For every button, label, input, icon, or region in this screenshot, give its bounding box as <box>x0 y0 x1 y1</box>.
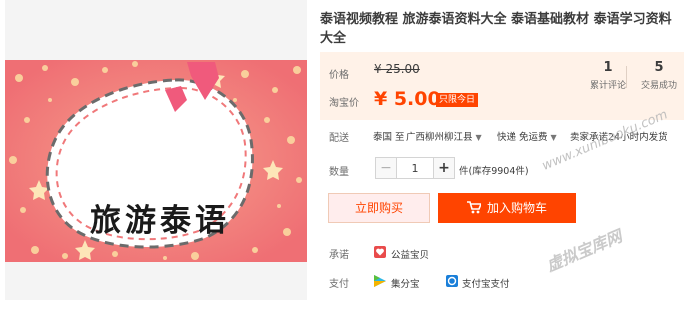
shipping-destination-select[interactable]: 广西柳州柳江县 ▼ <box>406 129 482 143</box>
sales-count-label: 交易成功 <box>640 81 677 91</box>
promo-badge: 只限今日 <box>436 93 479 107</box>
quantity-increase-button[interactable]: + <box>433 157 455 179</box>
buy-now-button[interactable]: 立即购买 <box>328 193 430 223</box>
payment-alipay[interactable]: 支付宝支付 <box>462 276 510 290</box>
quantity-input[interactable] <box>397 157 433 179</box>
promo-price-label: 淘宝价 <box>329 98 359 109</box>
quantity-label: 数量 <box>329 167 349 178</box>
sales-count-stat: 5 交易成功 <box>634 60 684 91</box>
stats-divider <box>626 66 627 88</box>
promo-price: ¥ 5.00 <box>374 88 441 110</box>
promise-label: 承诺 <box>329 250 349 261</box>
chevron-down-icon: ▼ <box>475 133 482 142</box>
delivery-method-select[interactable]: 快递 免运费 ▼ <box>497 129 557 143</box>
shopping-cart-icon <box>467 201 481 214</box>
watermark-site: 虚拟宝库网 <box>543 226 625 276</box>
chevron-down-icon: ▼ <box>550 133 557 142</box>
payment-jifenbao[interactable]: 集分宝 <box>391 276 420 290</box>
shipping-destination: 广西柳州柳江县 <box>406 132 473 143</box>
shipping-origin: 泰国 至 <box>373 132 405 143</box>
quantity-decrease-button[interactable]: − <box>375 157 397 179</box>
alipay-icon <box>446 275 458 287</box>
add-to-cart-button[interactable]: 加入购物车 <box>438 193 576 223</box>
charity-icon <box>374 246 386 258</box>
banner-title: 旅游泰语 <box>90 203 230 239</box>
product-title: 泰语视频教程 旅游泰语资料大全 泰语基础教材 泰语学习资料大全 <box>320 12 672 46</box>
product-gallery: 旅游泰语 <box>5 0 307 300</box>
add-to-cart-label: 加入购物车 <box>487 201 548 215</box>
original-price: ¥ 25.00 <box>374 62 420 76</box>
charity-item[interactable]: 公益宝贝 <box>391 247 429 261</box>
sales-count: 5 <box>654 60 664 75</box>
shipping-label: 配送 <box>329 133 349 144</box>
product-main-image[interactable]: 旅游泰语 <box>5 60 307 262</box>
price-label: 价格 <box>329 70 349 81</box>
delivery-method: 快递 免运费 <box>497 132 548 143</box>
price-panel: 价格 ¥ 25.00 淘宝价 ¥ 5.00 只限今日 1 累计评论 5 交易成功 <box>320 52 684 120</box>
payment-label: 支付 <box>329 279 349 290</box>
jifenbao-icon <box>374 275 386 287</box>
stock-info: 件(库存9904件) <box>459 166 529 177</box>
